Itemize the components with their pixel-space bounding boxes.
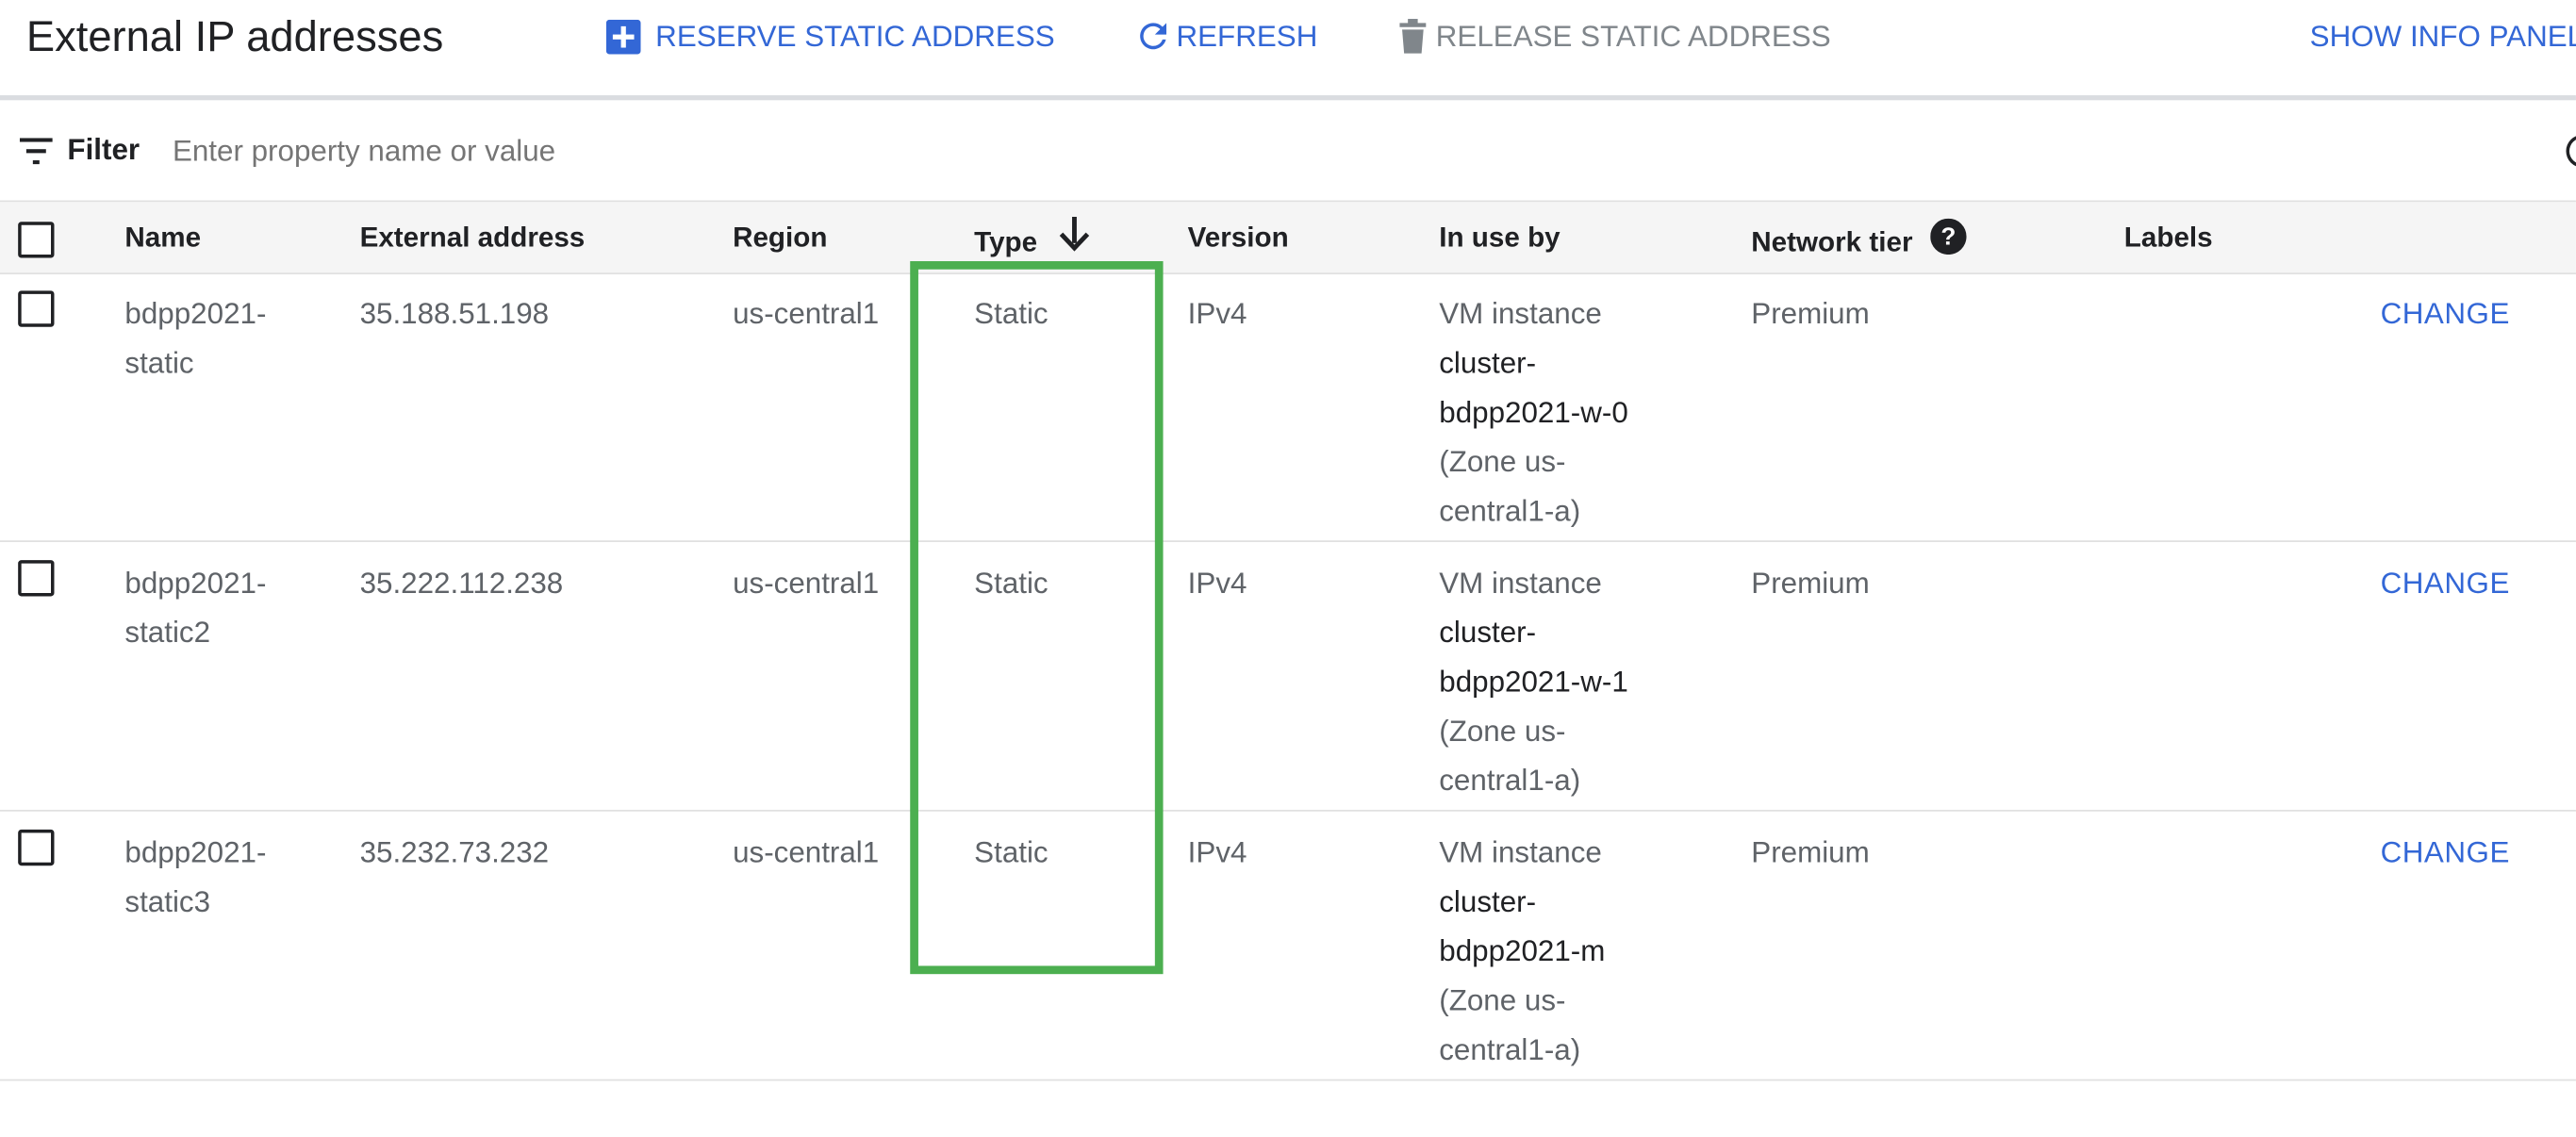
- network-tier-cell: Premium: [1751, 835, 1870, 869]
- page: External IP addresses RESERVE STATIC ADD…: [0, 0, 2576, 1133]
- arrow-down-icon: [1058, 215, 1091, 259]
- address-name-line: bdpp2021-: [124, 567, 267, 600]
- in-use-by-cell: VM instance cluster- bdpp2021-w-1 (Zone …: [1439, 558, 1628, 804]
- table-row: bdpp2021- static 35.188.51.198 us-centra…: [0, 272, 2576, 542]
- external-address-cell: 35.222.112.238: [359, 567, 564, 600]
- address-name-line: bdpp2021-: [124, 297, 267, 331]
- version-cell: IPv4: [1187, 567, 1247, 600]
- refresh-button[interactable]: REFRESH: [1133, 18, 1317, 54]
- column-header-type-label: Type: [974, 226, 1038, 258]
- in-use-by-instance[interactable]: bdpp2021-w-1: [1439, 657, 1628, 706]
- column-header-in-use-by[interactable]: In use by: [1439, 222, 1560, 255]
- region-cell: us-central1: [733, 835, 880, 869]
- version-cell: IPv4: [1187, 835, 1247, 869]
- version-cell: IPv4: [1187, 297, 1247, 331]
- in-use-by-instance[interactable]: cluster-: [1439, 877, 1605, 926]
- region-cell: us-central1: [733, 567, 880, 600]
- in-use-by-instance[interactable]: bdpp2021-m: [1439, 927, 1605, 976]
- show-info-panel-button[interactable]: SHOW INFO PANEL: [2310, 18, 2576, 54]
- in-use-by-zone: (Zone us-: [1439, 714, 1566, 748]
- change-tier-link[interactable]: CHANGE: [2381, 558, 2510, 607]
- column-header-external-address[interactable]: External address: [360, 222, 586, 255]
- release-static-address-label: RELEASE STATIC ADDRESS: [1435, 19, 1831, 52]
- network-tier-cell: Premium: [1751, 297, 1870, 331]
- in-use-by-zone: central1-a): [1439, 494, 1581, 528]
- network-tier-cell: Premium: [1751, 567, 1870, 600]
- column-header-network-tier[interactable]: Network tier ?: [1751, 218, 1967, 266]
- change-tier-link[interactable]: CHANGE: [2381, 289, 2510, 338]
- in-use-by-type: VM instance: [1439, 567, 1602, 600]
- in-use-by-zone: (Zone us-: [1439, 983, 1566, 1017]
- reserve-static-address-button[interactable]: RESERVE STATIC ADDRESS: [605, 18, 1055, 54]
- refresh-icon: [1133, 16, 1173, 56]
- column-header-type[interactable]: Type: [974, 216, 1091, 266]
- help-circle-icon[interactable]: ?: [1930, 218, 1967, 263]
- table-row: bdpp2021- static2 35.222.112.238 us-cent…: [0, 542, 2576, 812]
- svg-text:?: ?: [1940, 222, 1956, 251]
- in-use-by-instance[interactable]: bdpp2021-w-0: [1439, 387, 1628, 437]
- refresh-label: REFRESH: [1176, 19, 1318, 52]
- table-row: bdpp2021- static3 35.232.73.232 us-centr…: [0, 812, 2576, 1081]
- in-use-by-cell: VM instance cluster- bdpp2021-m (Zone us…: [1439, 828, 1605, 1074]
- address-name-cell: bdpp2021- static3: [124, 828, 266, 927]
- address-name-cell: bdpp2021- static2: [124, 558, 266, 657]
- select-all-checkbox[interactable]: [18, 222, 55, 258]
- address-name-cell: bdpp2021- static: [124, 289, 266, 388]
- add-box-icon: [605, 19, 641, 54]
- in-use-by-instance[interactable]: cluster-: [1439, 338, 1628, 387]
- reserve-static-address-label: RESERVE STATIC ADDRESS: [655, 19, 1055, 52]
- row-checkbox[interactable]: [18, 290, 55, 327]
- column-header-name[interactable]: Name: [124, 222, 201, 255]
- in-use-by-instance[interactable]: cluster-: [1439, 608, 1628, 657]
- column-header-network-tier-label: Network tier: [1751, 226, 1913, 258]
- change-tier-link[interactable]: CHANGE: [2381, 828, 2510, 877]
- address-name-line: static3: [124, 885, 211, 918]
- in-use-by-zone: (Zone us-: [1439, 445, 1566, 479]
- address-name-line: bdpp2021-: [124, 835, 267, 869]
- in-use-by-type: VM instance: [1439, 835, 1602, 869]
- filter-list-icon[interactable]: [19, 138, 53, 173]
- address-name-line: static: [124, 346, 194, 380]
- column-header-region[interactable]: Region: [733, 222, 827, 255]
- row-checkbox[interactable]: [18, 829, 55, 866]
- toolbar: External IP addresses RESERVE STATIC ADD…: [0, 0, 2576, 101]
- in-use-by-zone: central1-a): [1439, 764, 1581, 798]
- in-use-by-zone: central1-a): [1439, 1032, 1581, 1066]
- show-info-panel-label: SHOW INFO PANEL: [2309, 19, 2576, 52]
- page-title: External IP addresses: [25, 11, 444, 61]
- table-header: Name External address Region Type Versio…: [0, 202, 2576, 274]
- trash-icon: [1396, 18, 1429, 54]
- filter-bar: Filter: [0, 100, 2576, 203]
- filter-label: Filter: [67, 133, 140, 166]
- type-cell: Static: [974, 297, 1049, 331]
- column-header-labels[interactable]: Labels: [2124, 222, 2213, 255]
- external-address-cell: 35.232.73.232: [359, 835, 550, 869]
- in-use-by-cell: VM instance cluster- bdpp2021-w-0 (Zone …: [1439, 289, 1628, 536]
- filter-input[interactable]: [169, 126, 1162, 176]
- type-cell: Static: [974, 835, 1049, 869]
- external-address-cell: 35.188.51.198: [359, 297, 550, 331]
- in-use-by-type: VM instance: [1439, 297, 1602, 331]
- row-checkbox[interactable]: [18, 560, 55, 597]
- column-header-version[interactable]: Version: [1188, 222, 1289, 255]
- address-name-line: static2: [124, 616, 211, 650]
- region-cell: us-central1: [733, 297, 880, 331]
- release-static-address-button[interactable]: RELEASE STATIC ADDRESS: [1396, 18, 1831, 54]
- type-cell: Static: [974, 567, 1049, 600]
